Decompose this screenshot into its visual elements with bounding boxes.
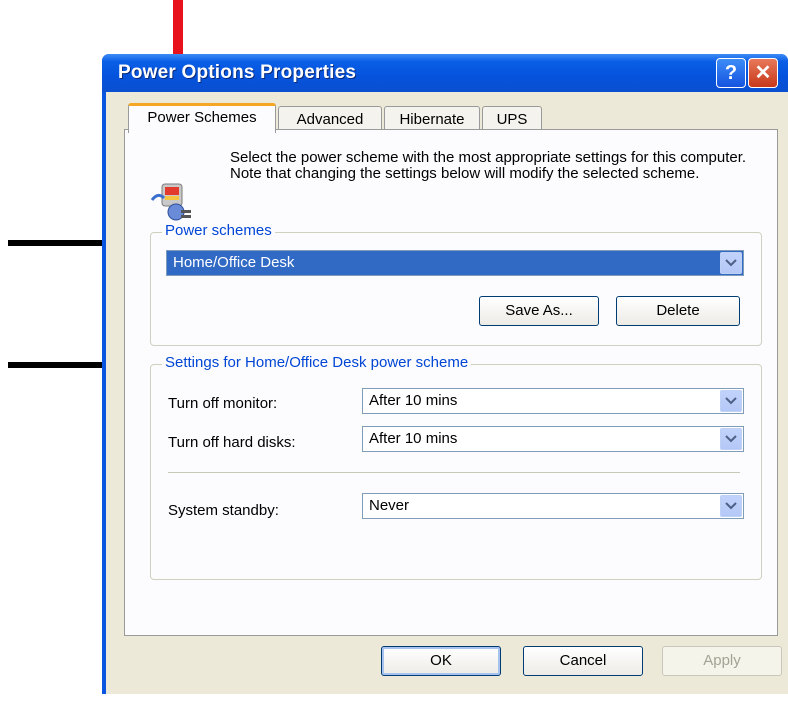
power-options-dialog: Power Options Properties ? ✕ Power Schem…	[102, 54, 788, 694]
tab-power-schemes[interactable]: Power Schemes	[128, 103, 276, 133]
title-bar[interactable]: Power Options Properties ? ✕	[102, 54, 788, 92]
power-scheme-value: Home/Office Desk	[173, 254, 295, 271]
turn-off-hard-disks-value: After 10 mins	[369, 430, 458, 447]
ok-button[interactable]: OK	[381, 646, 501, 676]
apply-button[interactable]: Apply	[662, 646, 782, 676]
system-standby-value: Never	[369, 497, 410, 514]
close-button[interactable]: ✕	[748, 58, 778, 88]
settings-divider	[168, 472, 740, 473]
chevron-down-icon[interactable]	[720, 428, 742, 450]
system-standby-select[interactable]: Never	[362, 493, 744, 519]
power-scheme-select[interactable]: Home/Office Desk	[166, 250, 744, 276]
cancel-button[interactable]: Cancel	[523, 646, 643, 676]
turn-off-monitor-select[interactable]: After 10 mins	[362, 388, 744, 414]
help-button[interactable]: ?	[716, 58, 746, 88]
turn-off-monitor-label: Turn off monitor:	[168, 395, 278, 412]
save-as-button[interactable]: Save As...	[479, 296, 599, 326]
dialog-client-area: Power Schemes Advanced Hibernate UPS Sel…	[106, 92, 788, 694]
turn-off-hard-disks-label: Turn off hard disks:	[168, 434, 296, 451]
power-schemes-legend: Power schemes	[162, 222, 275, 239]
delete-button[interactable]: Delete	[616, 296, 740, 326]
settings-legend: Settings for Home/Office Desk power sche…	[162, 354, 472, 371]
power-plug-icon	[148, 178, 196, 226]
scheme-description-text: Select the power scheme with the most ap…	[230, 149, 747, 182]
window-title: Power Options Properties	[118, 62, 357, 83]
turn-off-hard-disks-select[interactable]: After 10 mins	[362, 426, 744, 452]
chevron-down-icon[interactable]	[720, 390, 742, 412]
turn-off-monitor-value: After 10 mins	[369, 392, 458, 409]
system-standby-label: System standby:	[168, 502, 279, 519]
chevron-down-icon[interactable]	[720, 252, 742, 274]
chevron-down-icon[interactable]	[720, 495, 742, 517]
